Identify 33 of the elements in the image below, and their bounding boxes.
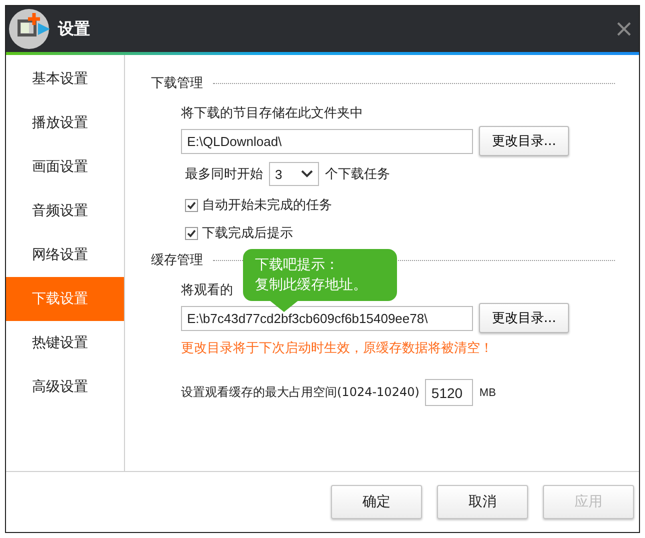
dialog-button[interactable]: 确定 xyxy=(331,485,422,519)
checkbox[interactable] xyxy=(185,198,198,212)
field-label: 设置观看缓存的最大占用空间(1024-10240) xyxy=(181,384,420,401)
warning-text: 更改目录将于下次启动时生效，原缓存数据将被清空！ xyxy=(181,340,494,357)
field-label: 将观看的 xyxy=(181,282,233,299)
dialog-button[interactable]: 取消 xyxy=(437,485,528,519)
tooltip-text: 复制此缓存地址。 xyxy=(255,276,368,295)
field-label: 最多同时开始 xyxy=(185,166,263,183)
sidebar-item[interactable]: 画面设置 xyxy=(6,145,124,189)
change-folder-button[interactable]: 更改目录... xyxy=(479,126,569,156)
window-title: 设置 xyxy=(58,18,90,40)
checkbox-label: 下载完成后提示 xyxy=(202,225,293,242)
sidebar-item[interactable]: 播放设置 xyxy=(6,101,124,145)
section-heading: 缓存管理 xyxy=(151,252,203,269)
checkbox-label: 自动开始未完成的任务 xyxy=(202,197,332,214)
chevron-down-icon xyxy=(301,170,313,178)
section-heading: 下载管理 xyxy=(151,75,203,92)
sidebar-item[interactable]: 音频设置 xyxy=(6,189,124,233)
unit-label: MB xyxy=(479,386,496,398)
sidebar-item[interactable]: 基本设置 xyxy=(6,57,124,101)
field-label: 个下载任务 xyxy=(325,166,390,183)
path-field[interactable]: E:\b7c43d77cd2bf3cb609cf6b15409ee78\ xyxy=(181,306,473,330)
close-icon[interactable] xyxy=(617,22,631,36)
sidebar-item[interactable]: 热键设置 xyxy=(6,321,124,365)
checkbox[interactable] xyxy=(185,226,198,240)
count-dropdown[interactable]: 3 xyxy=(269,162,319,186)
field-label: 将下载的节目存储在此文件夹中 xyxy=(181,105,363,122)
path-field[interactable]: E:\QLDownload\ xyxy=(181,128,473,154)
tooltip-title: 下载吧提示： xyxy=(255,256,340,275)
sidebar-item[interactable]: 网络设置 xyxy=(6,233,124,277)
change-folder-button[interactable]: 更改目录... xyxy=(479,303,569,333)
size-field[interactable]: 5120 xyxy=(425,379,474,406)
sidebar-item[interactable]: 高级设置 xyxy=(6,365,124,409)
